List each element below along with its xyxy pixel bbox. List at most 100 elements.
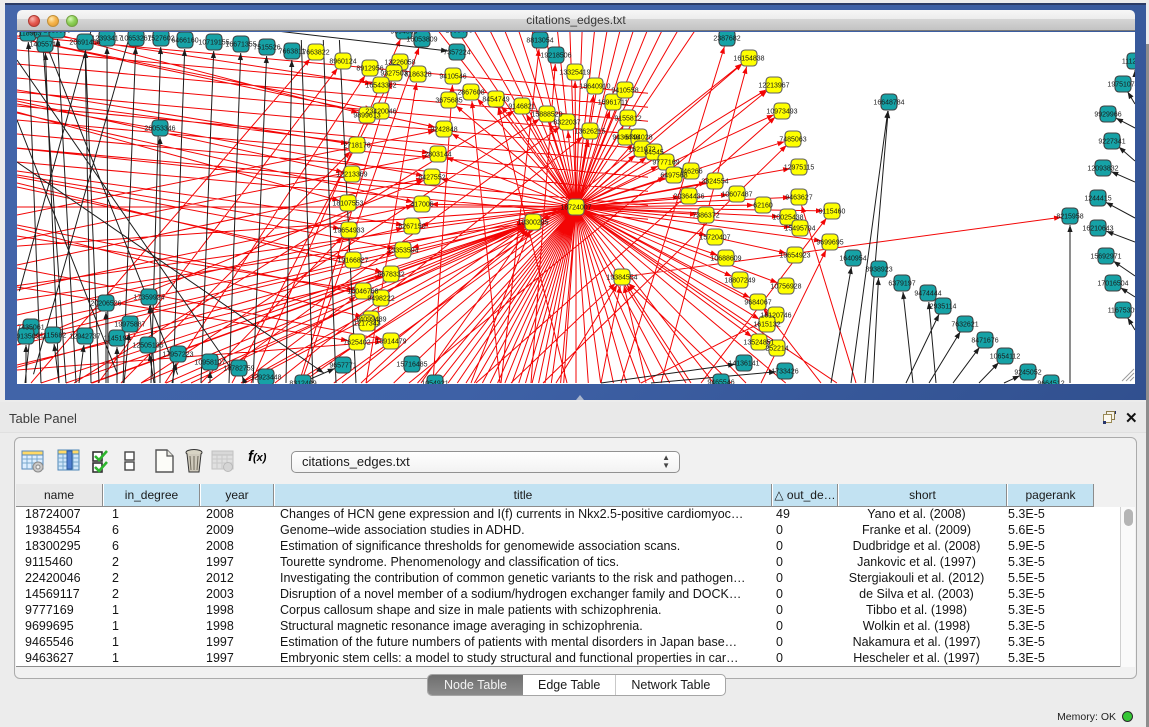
svg-text:19654933: 19654933 xyxy=(333,228,364,235)
svg-text:8312409: 8312409 xyxy=(289,381,316,385)
svg-text:8186328: 8186328 xyxy=(404,72,431,79)
svg-text:8427552: 8427552 xyxy=(418,175,445,182)
svg-text:9115460: 9115460 xyxy=(819,209,846,216)
svg-text:1905495: 1905495 xyxy=(445,32,472,35)
svg-text:16914479: 16914479 xyxy=(375,339,406,346)
svg-text:16671355: 16671355 xyxy=(225,42,256,49)
svg-text:9463627: 9463627 xyxy=(785,195,812,202)
svg-text:9777169: 9777169 xyxy=(652,160,679,167)
svg-text:18640910: 18640910 xyxy=(579,84,610,91)
svg-text:9899613: 9899613 xyxy=(353,113,380,120)
svg-text:6379197: 6379197 xyxy=(888,281,915,288)
svg-text:19654923: 19654923 xyxy=(779,253,810,260)
svg-text:8813054: 8813054 xyxy=(526,38,553,45)
svg-text:84545: 84545 xyxy=(644,150,664,157)
svg-text:12213967: 12213967 xyxy=(758,83,789,90)
svg-text:9929966: 9929966 xyxy=(1094,112,1121,119)
svg-text:6794028: 6794028 xyxy=(625,135,652,142)
svg-text:9410546: 9410546 xyxy=(439,74,466,81)
svg-text:16961711: 16961711 xyxy=(598,100,629,107)
svg-text:13626215: 13626215 xyxy=(574,129,605,136)
svg-text:1244415: 1244415 xyxy=(1084,196,1111,203)
svg-text:16154838: 16154838 xyxy=(733,56,764,63)
svg-text:17016504: 17016504 xyxy=(1097,281,1128,288)
svg-text:2803144: 2803144 xyxy=(424,152,451,159)
svg-text:2730096: 2730096 xyxy=(43,32,70,35)
svg-text:1217343: 1217343 xyxy=(353,321,380,328)
svg-text:15888520: 15888520 xyxy=(531,112,562,119)
svg-text:19166827: 19166827 xyxy=(337,258,368,265)
svg-text:252214: 252214 xyxy=(765,346,788,353)
svg-text:1615132: 1615132 xyxy=(753,322,780,329)
svg-text:12213369: 12213369 xyxy=(336,172,367,179)
svg-text:3675685: 3675685 xyxy=(435,98,462,105)
svg-text:7632621: 7632621 xyxy=(951,322,978,329)
svg-text:7485063: 7485063 xyxy=(779,137,806,144)
svg-text:2867608: 2867608 xyxy=(457,90,484,97)
svg-text:8471676: 8471676 xyxy=(971,338,998,345)
svg-text:20364436: 20364436 xyxy=(673,194,704,201)
svg-text:8938923: 8938923 xyxy=(865,267,892,274)
svg-text:9465546: 9465546 xyxy=(707,380,734,385)
svg-text:18724007: 18724007 xyxy=(560,205,591,212)
svg-text:15720407: 15720407 xyxy=(699,235,730,242)
svg-text:26053346: 26053346 xyxy=(144,126,175,133)
svg-text:12393417: 12393417 xyxy=(91,36,122,43)
svg-text:7435061: 7435061 xyxy=(17,325,44,332)
svg-text:13353594: 13353594 xyxy=(387,248,418,255)
svg-text:6466160: 6466160 xyxy=(171,38,198,45)
svg-text:17359924: 17359924 xyxy=(133,295,164,302)
svg-text:1733426: 1733426 xyxy=(771,369,798,376)
svg-text:7386372: 7386372 xyxy=(692,213,719,220)
svg-text:12093832: 12093832 xyxy=(1087,166,1118,173)
svg-text:16210643: 16210643 xyxy=(1082,226,1113,233)
svg-text:18300295: 18300295 xyxy=(517,220,548,227)
svg-text:2935114: 2935114 xyxy=(930,304,957,311)
svg-text:18046768: 18046768 xyxy=(347,289,378,296)
svg-text:417006: 417006 xyxy=(410,202,433,209)
svg-text:16782759: 16782759 xyxy=(223,366,254,373)
svg-text:7625402: 7625402 xyxy=(343,340,370,347)
svg-text:8322037: 8322037 xyxy=(553,120,580,127)
svg-text:8678332: 8678332 xyxy=(377,272,404,279)
svg-text:20206526: 20206526 xyxy=(90,301,121,308)
svg-text:15716485: 15716485 xyxy=(396,362,427,369)
svg-text:2387682: 2387682 xyxy=(713,36,740,43)
svg-text:1112893: 1112893 xyxy=(1122,59,1135,66)
svg-text:19975887: 19975887 xyxy=(114,322,145,329)
svg-text:9699695: 9699695 xyxy=(816,240,843,247)
svg-text:10973493: 10973493 xyxy=(766,109,797,116)
svg-text:16543362: 16543362 xyxy=(365,83,396,90)
svg-text:10654112: 10654112 xyxy=(990,354,1021,361)
svg-text:9245052: 9245052 xyxy=(1014,370,1041,377)
svg-text:14136141: 14136141 xyxy=(728,361,759,368)
svg-text:9146821: 9146821 xyxy=(508,104,535,111)
svg-text:1640954: 1640954 xyxy=(839,256,866,263)
svg-text:2718176: 2718176 xyxy=(343,143,370,150)
svg-text:10756928: 10756928 xyxy=(770,284,801,291)
svg-text:12923448: 12923448 xyxy=(250,375,281,382)
svg-text:9155812: 9155812 xyxy=(614,116,641,123)
svg-text:8454749: 8454749 xyxy=(482,97,509,104)
svg-text:3824554: 3824554 xyxy=(701,179,728,186)
svg-text:16053809: 16053809 xyxy=(406,37,437,44)
svg-text:1054921: 1054921 xyxy=(421,381,448,385)
svg-text:10025438: 10025438 xyxy=(772,215,803,222)
svg-text:12975115: 12975115 xyxy=(784,165,815,172)
svg-text:9242848: 9242848 xyxy=(430,127,457,134)
svg-text:8267150: 8267150 xyxy=(398,224,425,231)
svg-text:8960124: 8960124 xyxy=(329,59,356,66)
svg-text:9474444: 9474444 xyxy=(914,291,941,298)
svg-text:9227341: 9227341 xyxy=(1098,139,1125,146)
svg-text:15692971: 15692971 xyxy=(1090,254,1121,261)
svg-text:9498222: 9498222 xyxy=(367,296,394,303)
svg-text:18107553: 18107553 xyxy=(332,201,363,208)
svg-text:9094509: 9094509 xyxy=(390,32,417,36)
svg-text:17957223: 17957223 xyxy=(162,352,193,359)
svg-text:9657771: 9657771 xyxy=(329,363,356,370)
svg-text:9684067: 9684067 xyxy=(744,300,771,307)
svg-text:9664512: 9664512 xyxy=(1037,381,1064,385)
svg-text:16120746: 16120746 xyxy=(760,313,791,320)
svg-text:9410558: 9410558 xyxy=(611,88,638,95)
svg-text:12505135: 12505135 xyxy=(132,343,163,350)
